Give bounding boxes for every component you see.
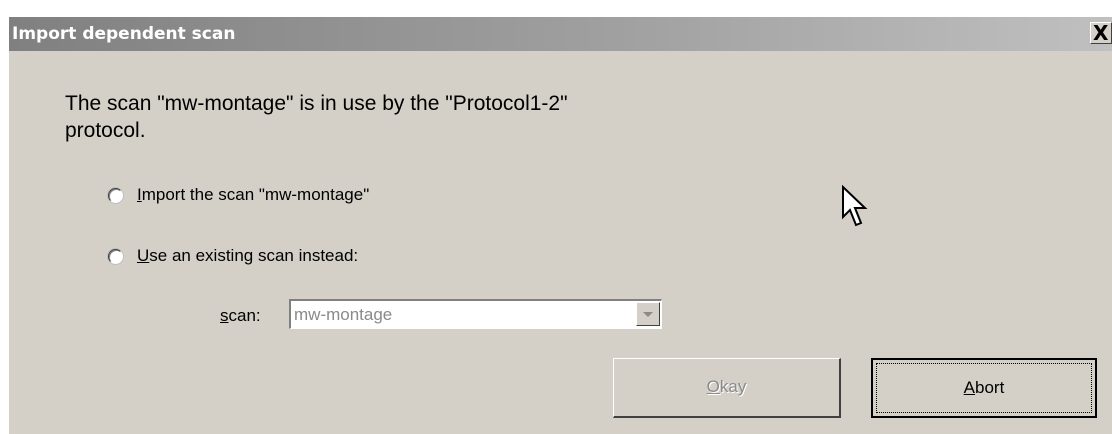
scan-select[interactable]: mw-montage [289,299,662,329]
import-scan-radio[interactable] [108,187,123,203]
scan-label: scan: [220,306,261,326]
dialog-message: The scan "mw-montage" is in use by the "… [65,90,785,144]
close-button[interactable]: X [1090,22,1112,44]
okay-mnemonic: O [706,377,720,396]
use-existing-scan-option[interactable]: Use an existing scan instead: [108,246,358,266]
okay-button[interactable]: Okay [613,358,841,418]
use-existing-scan-mnemonic: U [137,246,150,265]
okay-label: kay [719,377,747,396]
scan-label-mnemonic: s [220,306,229,325]
scan-label-text: can: [228,306,261,325]
message-line-2: protocol. [65,119,146,142]
message-line-1: The scan "mw-montage" is in use by the "… [65,92,568,115]
close-icon: X [1093,21,1109,45]
import-scan-option[interactable]: Import the scan "mw-montage" [108,185,369,205]
mouse-cursor-icon [842,185,868,227]
focus-rectangle [876,363,1092,413]
import-scan-label[interactable]: Import the scan "mw-montage" [137,185,369,205]
use-existing-scan-label-text: se an existing scan instead: [149,246,359,265]
use-existing-scan-label[interactable]: Use an existing scan instead: [137,246,358,266]
use-existing-scan-radio[interactable] [108,248,123,264]
import-dependent-scan-dialog: Import dependent scan X The scan "mw-mon… [8,16,1112,434]
title-bar[interactable]: Import dependent scan X [9,17,1112,51]
scan-dropdown-button[interactable] [636,302,660,326]
abort-button[interactable]: Abort [871,358,1097,418]
chevron-down-icon [643,312,653,317]
import-scan-label-text: mport the scan "mw-montage" [141,185,370,204]
window-title: Import dependent scan [12,24,236,44]
scan-select-value: mw-montage [294,305,393,324]
